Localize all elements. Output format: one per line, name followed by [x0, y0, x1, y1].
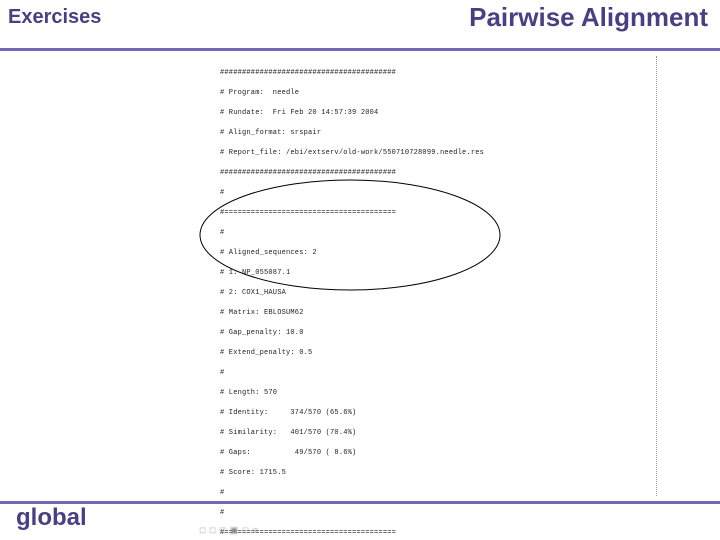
- extend-line: # Extend_penalty: 0.5: [220, 348, 660, 358]
- rundate-line: # Rundate: Fri Feb 20 14:57:39 2004: [220, 108, 660, 118]
- gap-line: # Gap_penalty: 10.0: [220, 328, 660, 338]
- hash-line: ########################################: [220, 68, 660, 78]
- page-title: Pairwise Alignment: [469, 2, 708, 33]
- blank-line: #: [220, 368, 660, 378]
- aligned-line: # Aligned_sequences: 2: [220, 248, 660, 258]
- eq-line: #=======================================: [220, 208, 660, 218]
- format-line: # Align_format: srspair: [220, 128, 660, 138]
- similarity-line: # Similarity: 401/570 (70.4%): [220, 428, 660, 438]
- global-label: global: [16, 504, 87, 532]
- gaps-line: # Gaps: 49/570 ( 8.6%): [220, 448, 660, 458]
- blank-line: #: [220, 228, 660, 238]
- exercises-label: Exercises: [8, 6, 101, 29]
- hash-line: ########################################: [220, 168, 660, 178]
- matrix-line: # Matrix: EBLOSUM62: [220, 308, 660, 318]
- slide-pager: □ □ □ ▣ □ =: [200, 525, 259, 536]
- score-line: # Score: 1715.5: [220, 468, 660, 478]
- seq2-line: # 2: COX1_HAUSA: [220, 288, 660, 298]
- program-line: # Program: needle: [220, 88, 660, 98]
- blank-line: #: [220, 188, 660, 198]
- seq1-line: # 1: NP_055087.1: [220, 268, 660, 278]
- blank-line: #: [220, 508, 660, 518]
- page-divider: [656, 56, 657, 496]
- length-line: # Length: 570: [220, 388, 660, 398]
- footer-divider: [0, 501, 720, 504]
- report-file-line: # Report_file: /ebi/extserv/old-work/550…: [220, 148, 660, 158]
- blank-line: #: [220, 488, 660, 498]
- identity-line: # Identity: 374/570 (65.6%): [220, 408, 660, 418]
- eq-line: #=======================================: [220, 528, 660, 538]
- alignment-report: ########################################…: [220, 58, 660, 498]
